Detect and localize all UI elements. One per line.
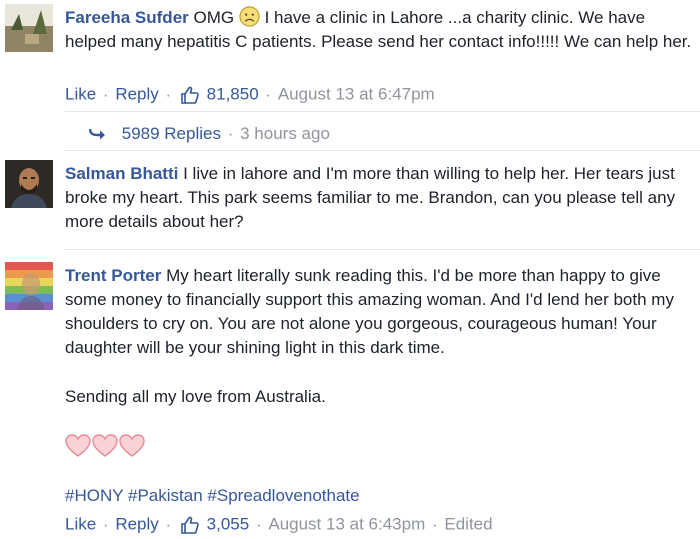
thumbs-up-icon[interactable] (180, 85, 200, 105)
divider (65, 111, 700, 112)
heart-icon (64, 432, 92, 460)
author-name[interactable]: Trent Porter (65, 266, 161, 285)
reply-arrow-icon (88, 123, 107, 140)
separator-dot: · (255, 514, 262, 534)
comment-trent: Trent Porter My heart literally sunk rea… (65, 264, 694, 360)
separator-dot: · (265, 84, 272, 104)
author-name[interactable]: Fareeha Sufder (65, 8, 189, 27)
heart-icon (91, 432, 119, 460)
separator-dot: · (431, 514, 438, 534)
timestamp[interactable]: August 13 at 6:43pm (268, 515, 425, 534)
like-link[interactable]: Like (65, 85, 96, 104)
separator-dot: · (102, 514, 109, 534)
avatar-fareeha[interactable] (5, 4, 53, 52)
author-name[interactable]: Salman Bhatti (65, 164, 178, 183)
thumbs-up-icon[interactable] (180, 515, 200, 535)
heart-icon (118, 432, 146, 460)
hearts-emoji-row (64, 432, 145, 465)
replies-count[interactable]: 5989 Replies (122, 124, 221, 143)
replies-time: 3 hours ago (240, 124, 330, 143)
separator-dot: · (165, 514, 172, 534)
timestamp[interactable]: August 13 at 6:47pm (278, 85, 435, 104)
comment-text-start: OMG (193, 8, 235, 27)
separator-dot: · (102, 84, 109, 104)
comment-fareeha: Fareeha Sufder OMG I have a clinic in La… (65, 6, 694, 54)
avatar-salman[interactable] (5, 160, 53, 208)
comment-text-2: Sending all my love from Australia. (65, 387, 326, 406)
hashtag-link[interactable]: #Spreadlovenothate (207, 486, 359, 505)
edited-label[interactable]: Edited (444, 515, 492, 534)
comment-salman: Salman Bhatti I live in lahore and I'm m… (65, 162, 694, 234)
hashtag-link[interactable]: #Pakistan (128, 486, 203, 505)
frown-emoji-icon (239, 6, 260, 27)
comment-actions: Like · Reply · 3,055 · August 13 at 6:43… (65, 512, 493, 537)
likes-count[interactable]: 81,850 (207, 85, 259, 104)
divider (65, 249, 700, 250)
reply-link[interactable]: Reply (115, 85, 158, 104)
likes-count[interactable]: 3,055 (207, 515, 250, 534)
separator-dot: · (227, 124, 234, 143)
reply-link[interactable]: Reply (115, 515, 158, 534)
like-link[interactable]: Like (65, 515, 96, 534)
comment-trent-line2: Sending all my love from Australia. (65, 385, 694, 409)
divider (65, 150, 700, 151)
hashtag-link[interactable]: #HONY (65, 486, 123, 505)
separator-dot: · (165, 84, 172, 104)
view-replies-link[interactable]: 5989 Replies · 3 hours ago (88, 122, 330, 146)
avatar-trent[interactable] (5, 262, 53, 310)
comment-actions: Like · Reply · 81,850 · August 13 at 6:4… (65, 82, 435, 107)
hashtags: #HONY #Pakistan #Spreadlovenothate (65, 484, 360, 508)
